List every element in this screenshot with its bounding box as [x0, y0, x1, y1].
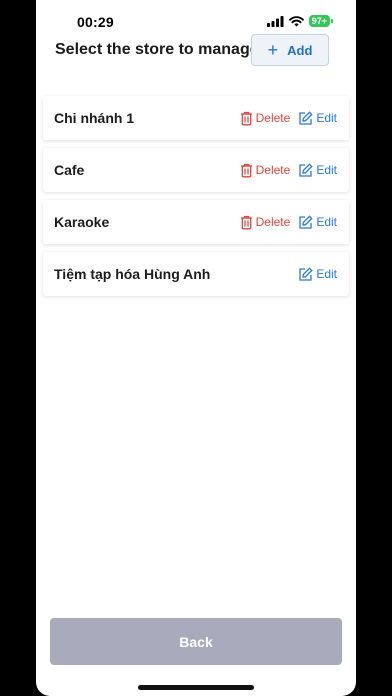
store-actions: Delete Edit: [240, 162, 337, 178]
delete-store-button[interactable]: Delete: [240, 163, 291, 178]
status-icons: 97+: [266, 15, 334, 27]
back-button-label: Back: [179, 633, 213, 650]
edit-store-button[interactable]: Edit: [298, 266, 337, 282]
edit-store-button[interactable]: Edit: [298, 110, 337, 126]
store-card[interactable]: Tiệm tạp hóa Hùng Anh Edit: [43, 252, 349, 296]
add-button-label: Add: [287, 42, 313, 58]
edit-icon: [299, 162, 313, 177]
edit-store-button[interactable]: Edit: [298, 214, 337, 230]
app-screen: 00:29 97+ Select the store to manage + A…: [36, 0, 356, 696]
edit-icon: [299, 110, 313, 125]
edit-label: Edit: [316, 215, 337, 229]
store-actions: Delete Edit: [240, 214, 337, 230]
edit-icon: [299, 266, 313, 281]
delete-label: Delete: [255, 163, 291, 177]
edit-icon: [299, 214, 313, 229]
home-indicator: [138, 685, 254, 690]
back-button[interactable]: Back: [50, 618, 342, 665]
edit-label: Edit: [316, 267, 337, 281]
trash-icon: [240, 163, 252, 177]
edit-label: Edit: [316, 163, 337, 177]
store-card[interactable]: Chi nhánh 1 Delete Edit: [43, 96, 349, 140]
edit-label: Edit: [316, 111, 337, 125]
store-actions: Delete Edit: [240, 110, 337, 126]
battery-icon: 97+: [308, 15, 334, 27]
delete-label: Delete: [255, 215, 291, 229]
delete-store-button[interactable]: Delete: [240, 215, 291, 230]
plus-icon: +: [267, 40, 279, 60]
trash-icon: [240, 215, 252, 229]
store-card[interactable]: Karaoke Delete Edit: [43, 200, 349, 244]
add-store-button[interactable]: + Add: [251, 34, 329, 66]
store-card[interactable]: Cafe Delete Edit: [43, 148, 349, 192]
delete-store-button[interactable]: Delete: [240, 111, 291, 126]
cellular-signal-icon: [266, 15, 284, 27]
wifi-icon: [288, 15, 304, 26]
status-time: 00:29: [77, 14, 114, 30]
edit-store-button[interactable]: Edit: [298, 162, 337, 178]
header: Select the store to manage + Add: [36, 34, 356, 68]
delete-label: Delete: [255, 111, 291, 125]
store-actions: Edit: [298, 266, 337, 282]
store-name: Chi nhánh 1: [54, 110, 135, 126]
store-name: Karaoke: [54, 214, 110, 230]
store-name: Cafe: [54, 162, 85, 178]
trash-icon: [240, 111, 252, 125]
store-list: Chi nhánh 1 Delete Edit Cafe Delete Edit…: [43, 96, 349, 304]
page-title: Select the store to manage: [55, 41, 259, 58]
store-name: Tiệm tạp hóa Hùng Anh: [54, 266, 211, 282]
